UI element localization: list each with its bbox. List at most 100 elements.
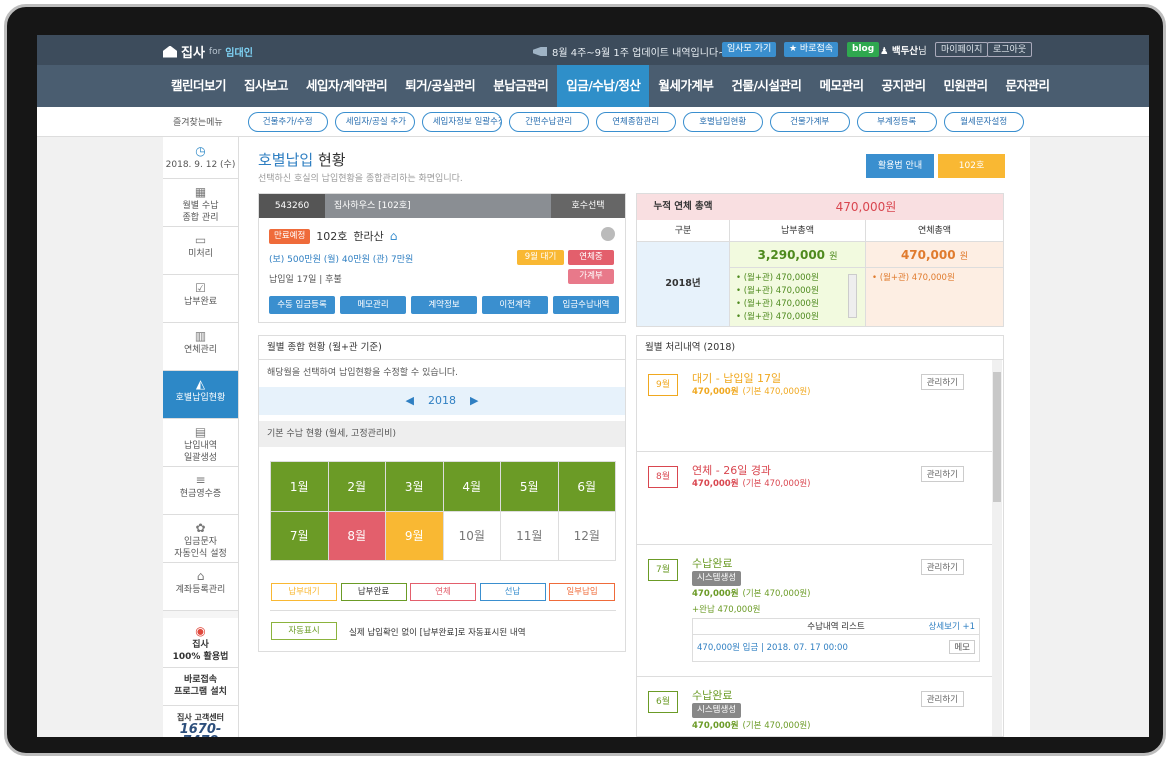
sidebar-item-1[interactable]: ▭ 미처리 bbox=[163, 227, 238, 275]
year-label: 2018 bbox=[428, 394, 456, 407]
month-cell-6[interactable]: 6월 bbox=[558, 462, 615, 511]
brand-for: for bbox=[208, 46, 222, 57]
nav-item-6[interactable]: 월세가계부 bbox=[649, 65, 722, 107]
month-cell-10[interactable]: 10월 bbox=[443, 511, 500, 560]
nav-item-8[interactable]: 메모관리 bbox=[810, 65, 872, 107]
history-scrollbar[interactable] bbox=[992, 360, 1002, 736]
sidebar-item-8[interactable]: ⌂ 계좌등록관리 bbox=[163, 563, 238, 611]
nav-item-11[interactable]: 문자관리 bbox=[996, 65, 1058, 107]
unit-action-button-0[interactable]: 수동 입금등록 bbox=[269, 296, 335, 314]
more-link[interactable]: 상세보기 +1 bbox=[928, 619, 975, 635]
room-button[interactable]: 102호 bbox=[938, 154, 1005, 178]
edit-icon[interactable] bbox=[601, 227, 615, 241]
content: 호별납입 현황 선택하신 호실의 납입현황을 종합관리하는 화면입니다. 활용법… bbox=[253, 137, 1013, 737]
month-cell-7[interactable]: 7월 bbox=[271, 511, 328, 560]
month-cell-3[interactable]: 3월 bbox=[386, 462, 443, 511]
logout-button[interactable]: 로그아웃 bbox=[987, 42, 1033, 57]
nav-item-1[interactable]: 집사보고 bbox=[235, 65, 297, 107]
quick-access-button[interactable]: ★ 바로접속 bbox=[784, 42, 839, 57]
guide-button[interactable]: 활용법 안내 bbox=[866, 154, 934, 178]
prev-year-icon[interactable]: ◀ bbox=[406, 394, 414, 407]
sidebar-item-5[interactable]: ▤ 납입내역 일괄생성 bbox=[163, 419, 238, 467]
room-select-button[interactable]: 호수선택 bbox=[551, 194, 625, 218]
month-cell-11[interactable]: 11월 bbox=[501, 511, 558, 560]
tenant-name: 한라산 bbox=[353, 230, 384, 243]
unit-name: 집사하우스 [102호] bbox=[333, 201, 411, 211]
promo-usage[interactable]: ◉ 집사 100% 활용법 bbox=[163, 618, 238, 668]
summary-total: 470,000원 bbox=[835, 200, 897, 214]
nav-item-9[interactable]: 공지관리 bbox=[872, 65, 934, 107]
memo-button[interactable]: 메모 bbox=[949, 640, 975, 654]
month-cell-1[interactable]: 1월 bbox=[271, 462, 328, 511]
legend-item-4: 일부납입 bbox=[549, 583, 615, 601]
payment-list-header: 수납내역 리스트 상세보기 +1 bbox=[693, 619, 979, 635]
history-item-title: 수납완료 bbox=[692, 689, 733, 702]
month-grid: 1월 2월 3월 4월 5월 6월 7월 8월 9월 10월 11월 12월 bbox=[270, 461, 616, 561]
customer-center[interactable]: 집사 고객센터1670-7479 bbox=[163, 706, 238, 737]
favorite-item-7[interactable]: 부계정등록 bbox=[856, 111, 937, 132]
sidebar-item-7[interactable]: ✿ 입금문자 자동인식 설정 bbox=[163, 515, 238, 563]
unit-action-button-2[interactable]: 계약정보 bbox=[411, 296, 477, 314]
promo-install[interactable]: 바로접속 프로그램 설치 bbox=[163, 668, 238, 706]
unit-action-button-4[interactable]: 입금수납내역 bbox=[553, 296, 619, 314]
nav-item-4[interactable]: 분납금관리 bbox=[484, 65, 557, 107]
amount-basic: (기본 470,000원) bbox=[742, 387, 811, 397]
sidebar-item-2[interactable]: ☑ 납부완료 bbox=[163, 275, 238, 323]
unit-action-button-1[interactable]: 메모관리 bbox=[340, 296, 406, 314]
sidebar-item-label: 납부완료 bbox=[183, 297, 218, 307]
unit-code: 543260 bbox=[259, 194, 325, 218]
sidebar-icon-4: ◭ bbox=[195, 377, 206, 391]
brand-logo[interactable]: 집사 for 임대인 bbox=[163, 42, 253, 61]
favorite-item-6[interactable]: 건물가계부 bbox=[769, 111, 850, 132]
month-cell-12[interactable]: 12월 bbox=[558, 511, 615, 560]
history-item-title: 수납완료 bbox=[692, 557, 733, 570]
go-community-button[interactable]: 임사모 가기 bbox=[722, 42, 777, 57]
month-cell-4[interactable]: 4월 bbox=[443, 462, 500, 511]
sidebar-item-0[interactable]: ▦ 월별 수납 종합 관리 bbox=[163, 179, 238, 227]
manage-button[interactable]: 관리하기 bbox=[920, 691, 964, 707]
cs-phone: 1670-7479 bbox=[179, 722, 222, 737]
month-cell-8[interactable]: 8월 bbox=[328, 511, 385, 560]
favorite-item-1[interactable]: 세입자/공실 추가 bbox=[334, 111, 415, 132]
manage-button[interactable]: 관리하기 bbox=[920, 374, 964, 390]
update-notice[interactable]: 8월 4주~9월 1주 업데이트 내역입니다~ bbox=[533, 44, 727, 59]
sidebar-item-6[interactable]: ≡ 현금영수증 bbox=[163, 467, 238, 515]
nav-item-10[interactable]: 민원관리 bbox=[934, 65, 996, 107]
payment-list-title: 수납내역 리스트 bbox=[807, 622, 865, 632]
blog-button[interactable]: blog bbox=[847, 42, 880, 57]
sidebar-item-3[interactable]: ▥ 연체관리 bbox=[163, 323, 238, 371]
sidebar-item-label: 호별납입현황 bbox=[175, 393, 226, 403]
mypage-button[interactable]: 마이페이지 bbox=[935, 42, 989, 57]
manage-button[interactable]: 관리하기 bbox=[920, 559, 964, 575]
month-cell-9[interactable]: 9월 bbox=[386, 511, 443, 560]
next-year-icon[interactable]: ▶ bbox=[470, 394, 478, 407]
monthly-title: 월별 종합 현황 (월+관 기준) bbox=[259, 336, 625, 360]
favorite-item-2[interactable]: 세입자정보 일괄수정 bbox=[421, 111, 502, 132]
month-cell-2[interactable]: 2월 bbox=[328, 462, 385, 511]
favorite-item-5[interactable]: 호별납입현황 bbox=[682, 111, 763, 132]
overdue-total: 470,000 bbox=[900, 248, 956, 262]
paid-scrollbar[interactable] bbox=[848, 274, 857, 318]
brand-sub: 임대인 bbox=[225, 48, 253, 59]
favorite-item-4[interactable]: 연체종합관리 bbox=[595, 111, 676, 132]
manage-button[interactable]: 관리하기 bbox=[920, 466, 964, 482]
room-number: 102호 bbox=[316, 230, 348, 243]
nav-item-3[interactable]: 퇴거/공실관리 bbox=[396, 65, 484, 107]
favorite-item-8[interactable]: 월세문자설정 bbox=[943, 111, 1024, 132]
month-cell-5[interactable]: 5월 bbox=[501, 462, 558, 511]
nav-item-0[interactable]: 캘린더보기 bbox=[162, 65, 235, 107]
nav-item-2[interactable]: 세입자/계약관리 bbox=[297, 65, 396, 107]
ledger-button[interactable]: 가계부 bbox=[568, 269, 614, 284]
nav-item-5[interactable]: 입금/수납/정산 bbox=[557, 65, 650, 107]
favorite-item-0[interactable]: 건물추가/수정 bbox=[247, 111, 328, 132]
deposit-info: (보) 500만원 (월) 40만원 (관) 7만원 bbox=[269, 255, 414, 265]
col-overdue: 연체총액 bbox=[865, 220, 1003, 241]
history-month-badge: 8월 bbox=[648, 466, 678, 488]
nav-item-7[interactable]: 건물/시설관리 bbox=[722, 65, 810, 107]
history-item-0: 9월 대기 - 납입일 17일 관리하기 470,000원 (기본 470,000원) bbox=[637, 360, 992, 452]
summary-label: 누적 연체 총액 bbox=[653, 201, 713, 212]
favorite-item-3[interactable]: 간편수납관리 bbox=[508, 111, 589, 132]
unit-action-button-3[interactable]: 이전계약 bbox=[482, 296, 548, 314]
sidebar-item-4[interactable]: ◭ 호별납입현황 bbox=[163, 371, 238, 419]
megaphone-icon bbox=[533, 47, 547, 56]
